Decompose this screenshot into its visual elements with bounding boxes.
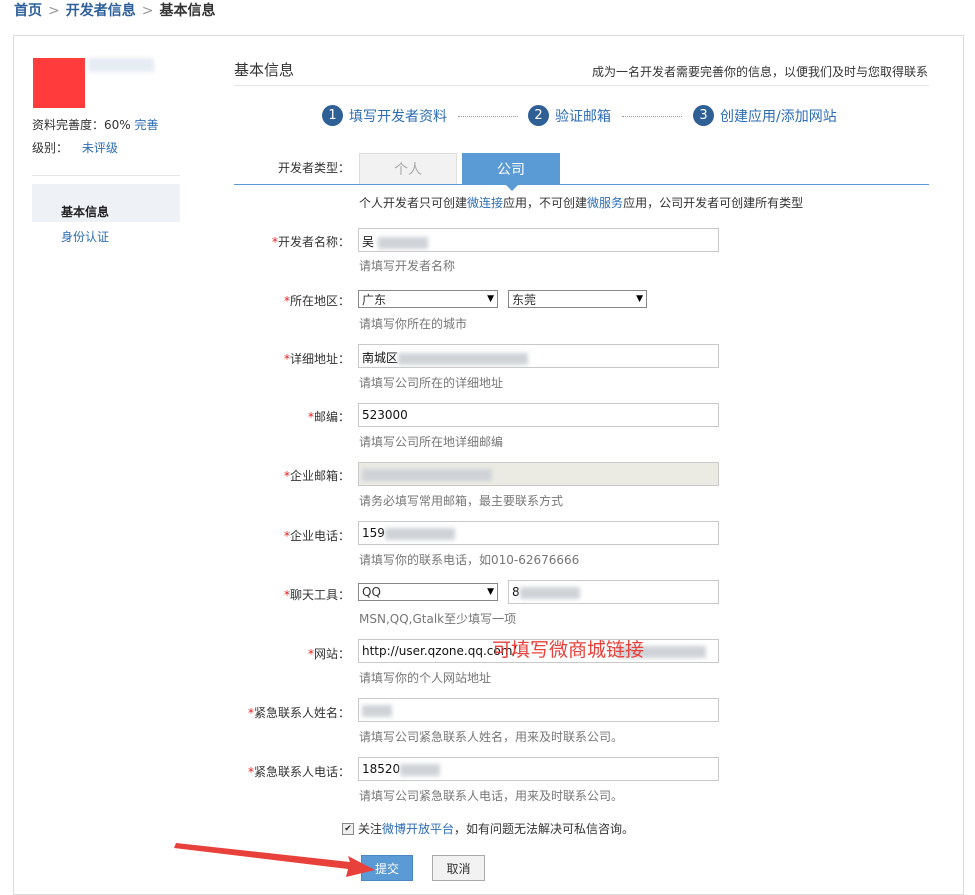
step-connector [458,116,518,117]
chat-account-input[interactable]: 8 [508,580,719,604]
zip-label: *邮编： [307,410,350,424]
chat-hint: MSN,QQ,Gtalk至少填写一项 [359,612,517,626]
step-3: 3 创建应用/添加网站 [693,105,837,126]
region-label: *所在地区： [283,294,350,308]
sidebar-item-basic-info[interactable]: 基本信息 [61,203,109,220]
name-hint: 请填写开发者名称 [359,259,456,273]
step-3-number: 3 [693,105,714,126]
page-note: 成为一名开发者需要完善你的信息，以便我们及时与您取得联系 [592,65,929,79]
step-1-label: 填写开发者资料 [349,108,447,125]
sidebar-divider [32,175,180,176]
level-value[interactable]: 未评级 [82,141,118,155]
emergency-phone-hint: 请填写公司紧急联系人电话，用来及时联系公司。 [359,789,624,803]
email-label: *企业邮箱： [283,469,350,483]
emergency-name-hint: 请填写公司紧急联系人姓名，用来及时联系公司。 [359,730,624,744]
step-3-label: 创建应用/添加网站 [720,108,837,125]
page-title: 基本信息 [234,61,295,79]
tab-pointer [505,184,519,191]
emergency-phone-label: *紧急联系人电话： [247,765,350,779]
dev-type-label: 开发者类型： [277,161,350,175]
email-input [358,462,719,486]
province-select[interactable]: 广东 ▼ [358,290,498,308]
step-connector [622,116,682,117]
zip-hint: 请填写公司所在地详细邮编 [359,435,504,449]
dev-type-note: 个人开发者只可创建微连接应用，不可创建微服务应用，公司开发者可创建所有类型 [359,196,804,210]
chat-label: *聊天工具： [283,588,350,602]
sidebar-item-identity[interactable]: 身份认证 [61,228,109,245]
address-hint: 请填写公司所在的详细地址 [359,376,504,390]
complete-link[interactable]: 完善 [135,118,159,132]
tab-company[interactable]: 公司 [462,153,560,184]
follow-checkbox[interactable]: ✔ [342,822,354,835]
emergency-name-label: *紧急联系人姓名： [247,706,350,720]
breadcrumb: 首页 > 开发者信息 > 基本信息 [14,3,216,19]
breadcrumb-dev[interactable]: 开发者信息 [66,3,136,19]
weibo-open-platform-link[interactable]: 微博开放平台 [382,820,454,837]
level: 级别： 未评级 [32,141,118,155]
annotation-text: 可填写微商城链接 [492,639,645,661]
address-label: *详细地址： [283,352,350,366]
name-label: *开发者名称： [271,235,350,249]
breadcrumb-home[interactable]: 首页 [14,3,42,19]
developer-name-input[interactable]: 吴 [358,228,719,252]
chat-tool-select[interactable]: QQ ▼ [358,583,498,601]
website-hint: 请填写你的个人网站地址 [359,671,492,685]
step-1: 1 填写开发者资料 [322,105,447,126]
phone-hint: 请填写你的联系电话，如010-62676666 [359,553,580,567]
submit-button[interactable]: 提交 [361,855,413,881]
phone-input[interactable]: 159 [358,521,719,545]
cancel-button[interactable]: 取消 [432,855,485,881]
emergency-phone-input[interactable]: 18520 [358,757,719,781]
completeness: 资料完善度：60% 完善 [32,118,159,132]
header-divider [234,85,929,86]
region-hint: 请填写你所在的城市 [359,317,468,331]
step-2-number: 2 [528,105,549,126]
link-micro-connect[interactable]: 微连接 [467,196,503,210]
email-hint: 请务必填写常用邮箱，最主要联系方式 [359,494,564,508]
website-label: *网站： [307,647,350,661]
city-select[interactable]: 东莞 ▼ [508,290,647,308]
emergency-name-input[interactable] [358,698,719,722]
step-1-number: 1 [322,105,343,126]
step-2-label: 验证邮箱 [555,108,611,125]
zip-input[interactable]: 523000 [358,403,719,427]
breadcrumb-current: 基本信息 [159,3,216,19]
link-micro-service[interactable]: 微服务 [587,196,623,210]
avatar [33,58,85,108]
address-input[interactable]: 南城区 [358,344,719,368]
tab-underline [234,184,929,185]
step-2: 2 验证邮箱 [528,105,611,126]
tab-personal[interactable]: 个人 [359,153,457,184]
follow-checkbox-row: ✔ 关注 微博开放平台 ，如有问题无法解决可私信咨询。 [342,820,634,837]
phone-label: *企业电话： [283,529,350,543]
username-redacted [88,58,154,72]
